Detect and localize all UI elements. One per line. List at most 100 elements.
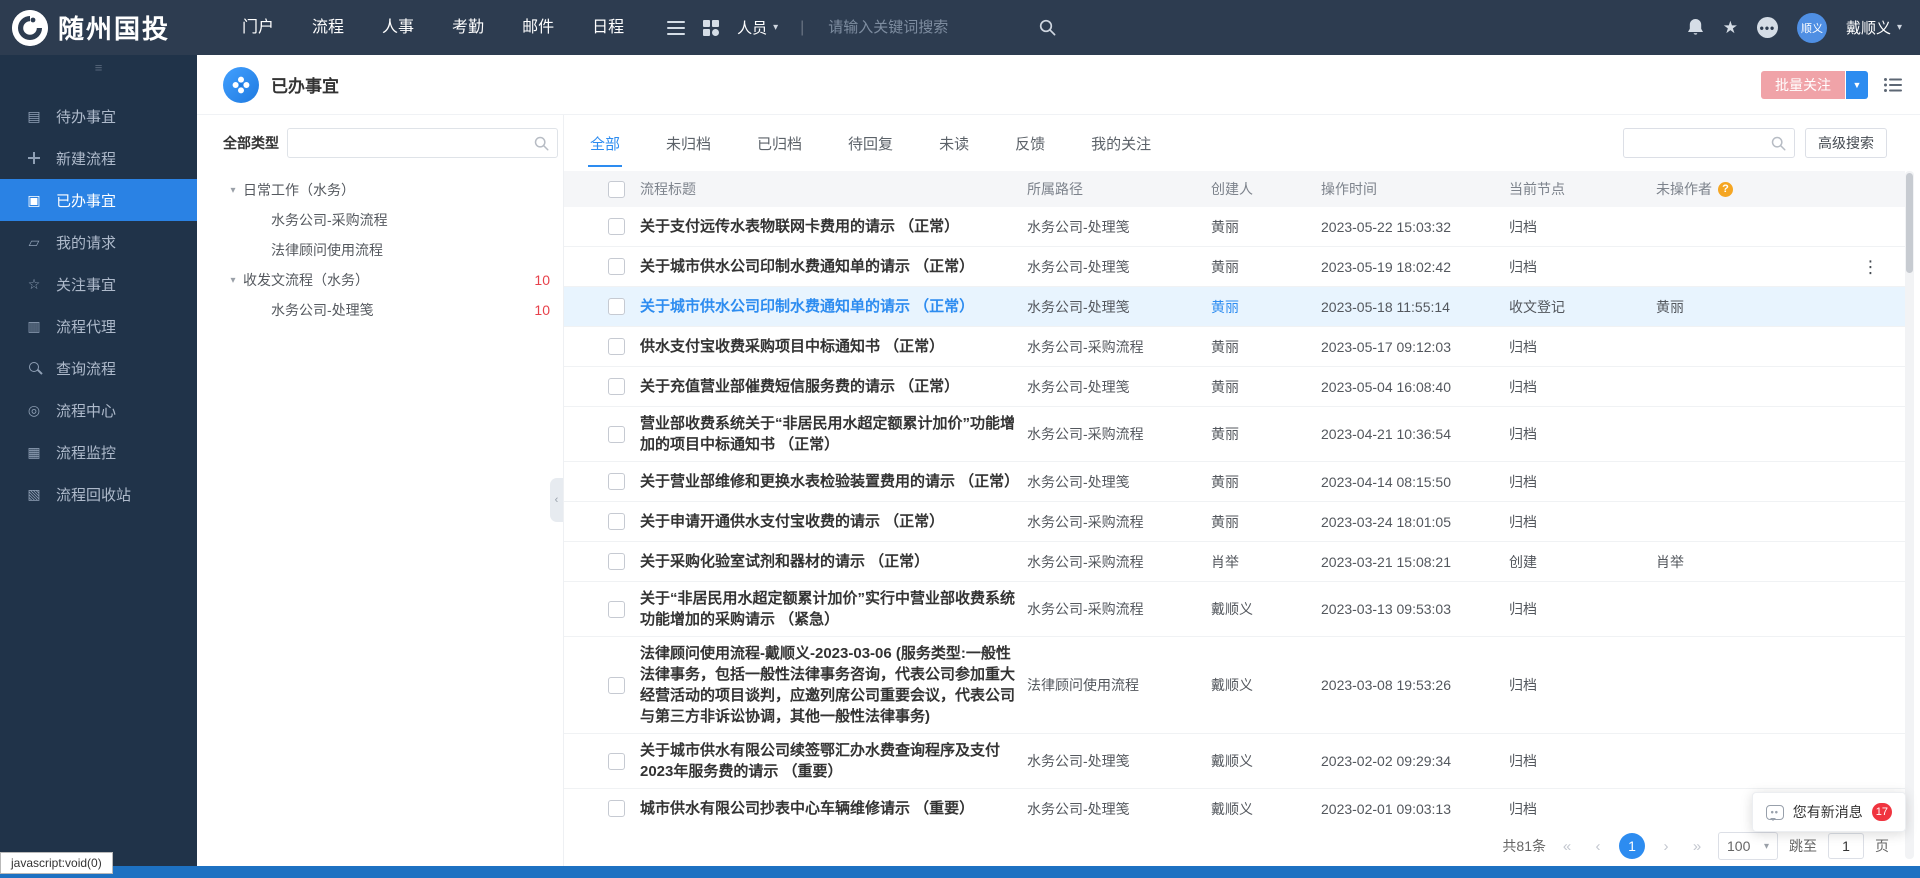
row-checkbox[interactable] <box>608 298 625 315</box>
list-search-input[interactable] <box>1632 135 1771 152</box>
sidebar-item-new-flow[interactable]: 新建流程 <box>0 137 197 179</box>
sidebar-item-followed[interactable]: ☆关注事宜 <box>0 263 197 305</box>
row-more-actions-icon[interactable]: ⋮ <box>1862 258 1879 275</box>
cell-flow-title[interactable]: 供水支付宝收费采购项目中标通知书 （正常） <box>640 330 1027 363</box>
table-row[interactable]: 关于充值营业部催费短信服务费的请示 （正常）水务公司-处理笺黄丽2023-05-… <box>564 367 1905 407</box>
table-row[interactable]: 关于城市供水有限公司续签鄂汇办水费查询程序及支付2023年服务费的请示 （重要）… <box>564 734 1905 789</box>
table-scrollbar[interactable] <box>1905 171 1914 859</box>
sidebar-item-monitor[interactable]: ▦流程监控 <box>0 431 197 473</box>
table-row[interactable]: 供水支付宝收费采购项目中标通知书 （正常）水务公司-采购流程黄丽2023-05-… <box>564 327 1905 367</box>
tree-node-0[interactable]: ▾日常工作（水务） <box>223 175 558 205</box>
row-checkbox[interactable] <box>608 677 625 694</box>
row-checkbox[interactable] <box>608 218 625 235</box>
table-row[interactable]: 关于支付远传水表物联网卡费用的请示 （正常）水务公司-处理笺黄丽2023-05-… <box>564 207 1905 247</box>
last-page-button[interactable]: » <box>1687 838 1707 855</box>
row-checkbox[interactable] <box>608 338 625 355</box>
row-checkbox[interactable] <box>608 553 625 570</box>
row-checkbox[interactable] <box>608 473 625 490</box>
row-checkbox[interactable] <box>608 378 625 395</box>
batch-follow-dropdown-button[interactable]: ▼ <box>1846 71 1868 99</box>
row-checkbox[interactable] <box>608 753 625 770</box>
next-page-button[interactable]: › <box>1656 838 1676 855</box>
topnav-item-5[interactable]: 日程 <box>573 0 643 55</box>
row-checkbox[interactable] <box>608 601 625 618</box>
cell-flow-title[interactable]: 关于支付远传水表物联网卡费用的请示 （正常） <box>640 210 1027 243</box>
batch-follow-button[interactable]: 批量关注 <box>1761 71 1845 99</box>
cell-flow-title[interactable]: 关于城市供水有限公司续签鄂汇办水费查询程序及支付2023年服务费的请示 （重要） <box>640 734 1027 788</box>
topnav-item-1[interactable]: 流程 <box>293 0 363 55</box>
bell-icon[interactable] <box>1687 18 1704 37</box>
tab-3[interactable]: 待回复 <box>846 127 895 160</box>
first-page-button[interactable]: « <box>1557 838 1577 855</box>
tree-node-2[interactable]: 法律顾问使用流程 <box>223 235 558 265</box>
tree-expander-icon[interactable]: ▾ <box>223 275 243 286</box>
table-row[interactable]: 关于“非居民用水超定额累计加价”实行中营业部收费系统功能增加的采购请示 （紧急）… <box>564 582 1905 637</box>
view-list-icon[interactable] <box>1884 78 1902 92</box>
table-row[interactable]: 关于城市供水公司印制水费通知单的请示 （正常）水务公司-处理笺黄丽2023-05… <box>564 247 1905 287</box>
hamburger-menu-icon[interactable] <box>667 21 685 35</box>
tab-1[interactable]: 未归档 <box>664 127 713 160</box>
sidebar-item-done[interactable]: ▣已办事宜 <box>0 179 197 221</box>
cell-flow-title[interactable]: 营业部收费系统关于“非居民用水超定额累计加价”功能增加的项目中标通知书 （正常） <box>640 407 1027 461</box>
user-avatar[interactable]: 顺义 <box>1797 13 1827 43</box>
select-all-checkbox[interactable] <box>608 181 625 198</box>
tree-expander-icon[interactable]: ▾ <box>223 185 243 196</box>
help-icon[interactable]: ? <box>1718 182 1733 197</box>
sidebar-collapse-handle[interactable]: ≡ <box>0 55 197 79</box>
tab-4[interactable]: 未读 <box>937 127 971 160</box>
app-logo[interactable]: 随州国投 <box>0 9 197 46</box>
tab-0[interactable]: 全部 <box>588 127 622 160</box>
table-row[interactable]: 关于城市供水公司印制水费通知单的请示 （正常）水务公司-处理笺黄丽2023-05… <box>564 287 1905 327</box>
cell-flow-title[interactable]: 关于充值营业部催费短信服务费的请示 （正常） <box>640 370 1027 403</box>
sidebar-item-my-requests[interactable]: ▱我的请求 <box>0 221 197 263</box>
advanced-search-button[interactable]: 高级搜索 <box>1805 128 1887 158</box>
cell-flow-title[interactable]: 城市供水有限公司抄表中心车辆维修请示 （重要） <box>640 792 1027 822</box>
cell-flow-title[interactable]: 关于城市供水公司印制水费通知单的请示 （正常） <box>640 290 1027 323</box>
table-row[interactable]: 营业部收费系统关于“非居民用水超定额累计加价”功能增加的项目中标通知书 （正常）… <box>564 407 1905 462</box>
cell-flow-title[interactable]: 关于城市供水公司印制水费通知单的请示 （正常） <box>640 250 1027 283</box>
new-message-toast[interactable]: •• 您有新消息 17 <box>1752 792 1906 832</box>
sidebar-item-recycle[interactable]: ▧流程回收站 <box>0 473 197 515</box>
cell-flow-title[interactable]: 关于营业部维修和更换水表检验装置费用的请示 （正常） <box>640 465 1027 498</box>
tree-node-1[interactable]: 水务公司-采购流程 <box>223 205 558 235</box>
tab-5[interactable]: 反馈 <box>1013 127 1047 160</box>
topnav-item-4[interactable]: 邮件 <box>503 0 573 55</box>
user-menu[interactable]: 戴顺义 ▾ <box>1846 17 1902 38</box>
tab-6[interactable]: 我的关注 <box>1089 127 1153 160</box>
table-row[interactable]: 关于采购化验室试剂和器材的请示 （正常）水务公司-采购流程肖举2023-03-2… <box>564 542 1905 582</box>
tree-node-3[interactable]: ▾收发文流程（水务）10 <box>223 265 558 295</box>
table-row[interactable]: 城市供水有限公司抄表中心车辆维修请示 （重要）水务公司-处理笺戴顺义2023-0… <box>564 789 1905 822</box>
apps-grid-icon[interactable] <box>703 20 719 36</box>
sidebar-item-flow-center[interactable]: ◎流程中心 <box>0 389 197 431</box>
table-row[interactable]: 关于申请开通供水支付宝收费的请示 （正常）水务公司-采购流程黄丽2023-03-… <box>564 502 1905 542</box>
prev-page-button[interactable]: ‹ <box>1588 838 1608 855</box>
search-icon[interactable] <box>1039 19 1056 36</box>
scrollbar-thumb[interactable] <box>1906 173 1913 273</box>
tree-collapse-handle[interactable]: ‹ <box>550 478 563 522</box>
global-search-input[interactable] <box>826 18 1021 37</box>
sidebar-item-todo[interactable]: ▤待办事宜 <box>0 95 197 137</box>
topnav-item-3[interactable]: 考勤 <box>433 0 503 55</box>
cell-flow-title[interactable]: 关于“非居民用水超定额累计加价”实行中营业部收费系统功能增加的采购请示 （紧急） <box>640 582 1027 636</box>
row-checkbox[interactable] <box>608 426 625 443</box>
table-row[interactable]: 关于营业部维修和更换水表检验装置费用的请示 （正常）水务公司-处理笺黄丽2023… <box>564 462 1905 502</box>
tab-2[interactable]: 已归档 <box>755 127 804 160</box>
favorites-star-icon[interactable]: ★ <box>1723 18 1738 38</box>
topnav-item-0[interactable]: 门户 <box>223 0 293 55</box>
table-row[interactable]: 法律顾问使用流程-戴顺义-2023-03-06 (服务类型:一般性法律事务，包括… <box>564 637 1905 734</box>
sidebar-item-search-flow[interactable]: 查询流程 <box>0 347 197 389</box>
row-checkbox[interactable] <box>608 800 625 817</box>
page-size-select[interactable]: 100 ▾ <box>1718 832 1778 860</box>
topnav-item-2[interactable]: 人事 <box>363 0 433 55</box>
page-number-button[interactable]: 1 <box>1619 833 1645 859</box>
tree-node-4[interactable]: 水务公司-处理笺10 <box>223 295 558 325</box>
tree-filter-input[interactable] <box>296 135 534 152</box>
messages-icon[interactable]: ••• <box>1757 17 1778 38</box>
cell-flow-title[interactable]: 法律顾问使用流程-戴顺义-2023-03-06 (服务类型:一般性法律事务，包括… <box>640 637 1027 733</box>
cell-flow-title[interactable]: 关于采购化验室试剂和器材的请示 （正常） <box>640 545 1027 578</box>
sidebar-item-proxy[interactable]: ▥流程代理 <box>0 305 197 347</box>
cell-flow-title[interactable]: 关于申请开通供水支付宝收费的请示 （正常） <box>640 505 1027 538</box>
jump-page-input[interactable] <box>1828 833 1864 859</box>
search-scope-select[interactable]: 人员 ▾ <box>737 17 778 38</box>
row-checkbox[interactable] <box>608 513 625 530</box>
